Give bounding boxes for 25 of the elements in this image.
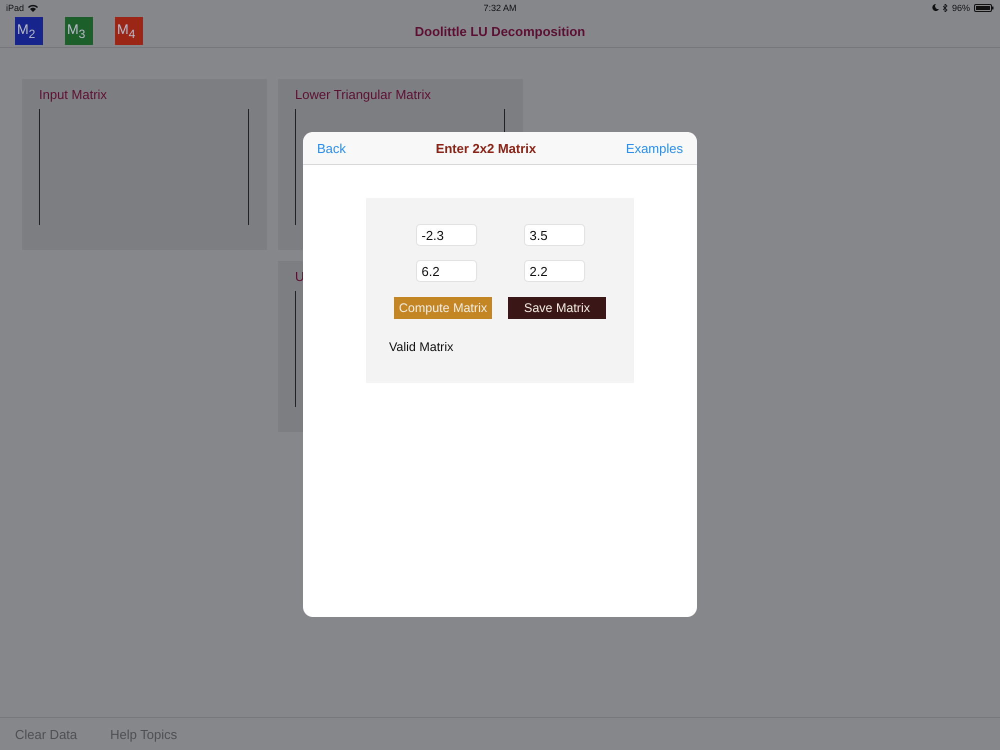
matrix-input-field[interactable]: 2.2: [524, 260, 584, 282]
moon-icon: [932, 4, 939, 11]
examples-link[interactable]: Examples: [626, 140, 683, 156]
compute-button[interactable]: Compute Matrix: [394, 297, 492, 319]
matrix-input-field[interactable]: -2.3: [416, 224, 476, 246]
bottom-bar-button[interactable]: Clear Data: [15, 726, 78, 742]
matrix-size-button[interactable]: M$_{3}$: [65, 17, 93, 45]
battery-icon: [974, 4, 994, 12]
matrix-size-button[interactable]: M$_{2}$: [15, 17, 43, 45]
battery-percent: 96%: [952, 2, 970, 12]
validation-message: Valid Matrix: [389, 340, 454, 354]
save-button[interactable]: Save Matrix: [508, 297, 606, 319]
device-name: iPad: [6, 2, 24, 12]
matrix-size-button[interactable]: M$_{4}$: [115, 17, 143, 45]
panel-title: Input Matrix: [39, 87, 108, 102]
clock-time: 7:32 AM: [483, 2, 517, 12]
app-title: Doolittle LU Decomposition: [414, 24, 586, 38]
bluetooth-icon: [942, 4, 948, 12]
matrix-input-field[interactable]: 3.5: [524, 224, 584, 246]
back-link[interactable]: Back: [317, 140, 346, 156]
dialog-title: Enter 2x2 Matrix: [436, 140, 536, 156]
wifi-icon: [28, 4, 38, 12]
matrix-input-field[interactable]: 6.2: [416, 260, 476, 282]
panel-title: Lower Triangular Matrix: [295, 87, 432, 102]
bottom-bar-button[interactable]: Help Topics: [110, 726, 178, 742]
